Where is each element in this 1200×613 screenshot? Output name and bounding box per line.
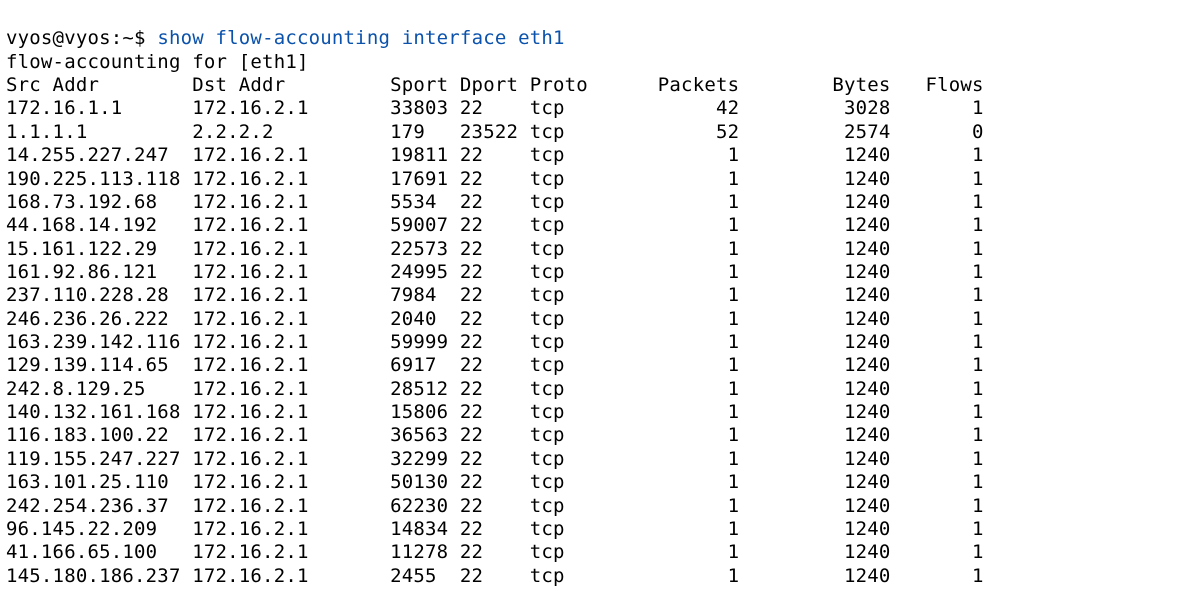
prompt-line: vyos@vyos:~$ show flow-accounting interf… (6, 27, 565, 49)
banner-line: flow-accounting for [eth1] (6, 51, 309, 73)
terminal-output: vyos@vyos:~$ show flow-accounting interf… (0, 0, 1200, 592)
shell-command[interactable]: show flow-accounting interface eth1 (157, 27, 564, 49)
table-body: 172.16.1.1 172.16.2.1 33803 22 tcp 42 30… (6, 97, 984, 586)
table-header: Src Addr Dst Addr Sport Dport Proto Pack… (6, 74, 984, 96)
shell-prompt: vyos@vyos:~$ (6, 27, 157, 49)
